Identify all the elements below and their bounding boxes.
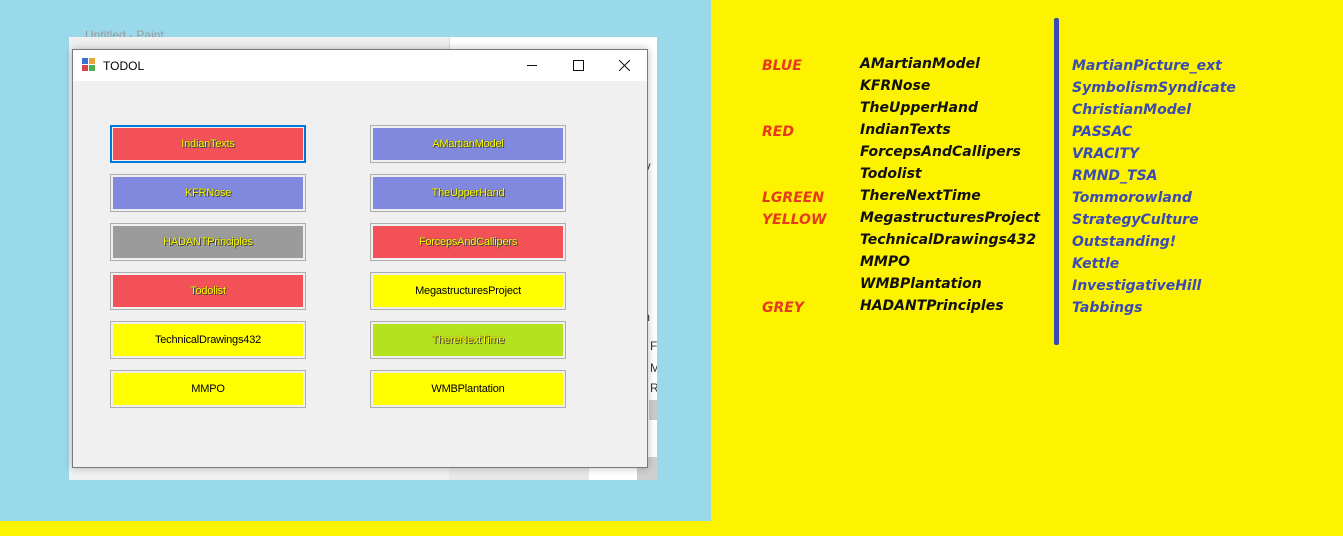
list-item: Todolist bbox=[860, 166, 922, 182]
other-items-list: MartianPicture_ext SymbolismSyndicate Ch… bbox=[1072, 55, 1236, 319]
button-label: Todolist bbox=[113, 275, 303, 307]
paint-fragment: F bbox=[650, 339, 657, 353]
button-forcepsandcallipers[interactable]: ForcepsAndCallipers bbox=[370, 223, 566, 261]
list-item: ForcepsAndCallipers bbox=[860, 144, 1021, 160]
paint-fragment: M bbox=[650, 361, 657, 375]
button-indiantexts[interactable]: IndianTexts bbox=[110, 125, 306, 163]
minimize-icon bbox=[526, 65, 537, 66]
category-grey: GREY bbox=[762, 300, 804, 316]
list-item: WMBPlantation bbox=[860, 276, 982, 292]
minimize-button[interactable] bbox=[509, 50, 555, 81]
window-title: TODOL bbox=[103, 59, 145, 73]
list-item: StrategyCulture bbox=[1072, 212, 1199, 228]
button-amartianmodel[interactable]: AMartianModel bbox=[370, 125, 566, 163]
list-item: AMartianModel bbox=[860, 56, 980, 72]
category-yellow: YELLOW bbox=[762, 212, 827, 228]
list-item: KFRNose bbox=[860, 78, 931, 94]
button-label: IndianTexts bbox=[113, 128, 303, 160]
button-technicaldrawings432[interactable]: TechnicalDrawings432 bbox=[110, 321, 306, 359]
list-item: MartianPicture_ext bbox=[1072, 58, 1222, 74]
button-hadantprinciples[interactable]: HADANTPrinciples bbox=[110, 223, 306, 261]
button-label: MMPO bbox=[113, 373, 303, 405]
list-item: MMPO bbox=[860, 254, 911, 270]
button-label: MegastructuresProject bbox=[373, 275, 563, 307]
close-icon bbox=[618, 60, 630, 71]
button-label: TechnicalDrawings432 bbox=[113, 324, 303, 356]
list-item: Outstanding! bbox=[1072, 234, 1177, 250]
list-item: InvestigativeHill bbox=[1072, 278, 1202, 294]
bottom-band bbox=[0, 521, 711, 536]
button-todolist[interactable]: Todolist bbox=[110, 272, 306, 310]
list-item: IndianTexts bbox=[860, 122, 951, 138]
button-label: HADANTPrinciples bbox=[113, 226, 303, 258]
paint-canvas: Untitled - Paint ev y te m F M R T TODOL bbox=[0, 0, 711, 521]
vertical-divider bbox=[1054, 18, 1059, 345]
maximize-button[interactable] bbox=[555, 50, 601, 81]
app-icon bbox=[82, 58, 95, 71]
category-red: RED bbox=[762, 124, 794, 140]
button-mmpo[interactable]: MMPO bbox=[110, 370, 306, 408]
button-label: WMBPlantation bbox=[373, 373, 563, 405]
title-bar[interactable]: TODOL bbox=[73, 50, 647, 81]
button-theupperhand[interactable]: TheUpperHand bbox=[370, 174, 566, 212]
maximize-icon bbox=[572, 60, 584, 71]
list-item: ChristianModel bbox=[1072, 102, 1192, 118]
list-item: HADANTPrinciples bbox=[860, 298, 1004, 314]
category-blue: BLUE bbox=[762, 58, 802, 74]
list-item: ThereNextTime bbox=[860, 188, 981, 204]
button-label: ForcepsAndCallipers bbox=[373, 226, 563, 258]
list-item: TheUpperHand bbox=[860, 100, 978, 116]
list-item: SymbolismSyndicate bbox=[1072, 80, 1236, 96]
paint-row-highlight bbox=[649, 400, 657, 420]
button-label: TheUpperHand bbox=[373, 177, 563, 209]
button-wmbplantation[interactable]: WMBPlantation bbox=[370, 370, 566, 408]
button-label: ThereNextTime bbox=[373, 324, 563, 356]
list-item: Tabbings bbox=[1072, 300, 1143, 316]
button-therenexttime[interactable]: ThereNextTime bbox=[370, 321, 566, 359]
button-label: KFRNose bbox=[113, 177, 303, 209]
button-megastructuresproject[interactable]: MegastructuresProject bbox=[370, 272, 566, 310]
list-item: PASSAC bbox=[1072, 124, 1133, 140]
list-item: TechnicalDrawings432 bbox=[860, 232, 1037, 248]
button-kfrnose[interactable]: KFRNose bbox=[110, 174, 306, 212]
category-items-list: AMartianModel KFRNose TheUpperHand India… bbox=[860, 53, 1040, 317]
list-item: VRACITY bbox=[1072, 146, 1140, 162]
button-label: AMartianModel bbox=[373, 128, 563, 160]
list-item: Kettle bbox=[1072, 256, 1120, 272]
todol-window: TODOL IndianTexts KFRNose HADANTPrincipl… bbox=[72, 49, 648, 468]
list-item: RMND_TSA bbox=[1072, 168, 1158, 184]
category-lgreen: LGREEN bbox=[762, 190, 825, 206]
list-item: Tommorowland bbox=[1072, 190, 1192, 206]
list-item: MegastructuresProject bbox=[860, 210, 1041, 226]
paint-fragment: R bbox=[650, 381, 657, 395]
close-button[interactable] bbox=[601, 50, 647, 81]
